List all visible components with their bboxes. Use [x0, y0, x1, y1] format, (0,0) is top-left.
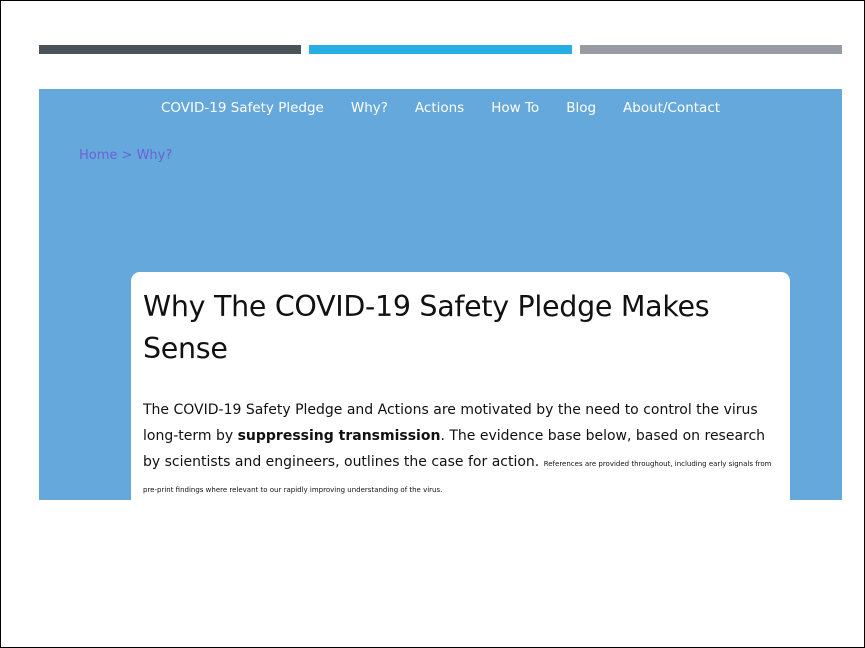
nav-item-how-to[interactable]: How To — [491, 100, 539, 116]
nav-item-why[interactable]: Why? — [351, 100, 388, 116]
breadcrumb-home-link[interactable]: Home — [79, 148, 117, 163]
article-card: Why The COVID-19 Safety Pledge Makes Sen… — [131, 272, 790, 500]
header-bar-blue — [309, 45, 572, 54]
breadcrumb-current: Why? — [136, 148, 173, 163]
nav-item-about-contact[interactable]: About/Contact — [623, 100, 720, 116]
nav-item-blog[interactable]: Blog — [566, 100, 596, 116]
page-title: Why The COVID-19 Safety Pledge Makes Sen… — [143, 290, 710, 365]
top-navigation: COVID-19 Safety Pledge Why? Actions How … — [39, 100, 842, 116]
lead-text-bold: suppressing transmission — [237, 428, 441, 444]
header-bar-gray — [579, 45, 842, 54]
breadcrumb: Home > Why? — [79, 148, 172, 163]
decorative-header-bars — [39, 45, 842, 54]
nav-item-pledge[interactable]: COVID-19 Safety Pledge — [161, 100, 324, 116]
slide-frame: COVID-19 Safety Pledge Why? Actions How … — [0, 0, 865, 648]
lead-paragraph: The COVID-19 Safety Pledge and Actions a… — [143, 397, 783, 500]
breadcrumb-separator: > — [117, 148, 137, 163]
header-bar-dark — [39, 45, 302, 54]
website-screenshot: COVID-19 Safety Pledge Why? Actions How … — [39, 89, 842, 500]
nav-item-actions[interactable]: Actions — [415, 100, 464, 116]
